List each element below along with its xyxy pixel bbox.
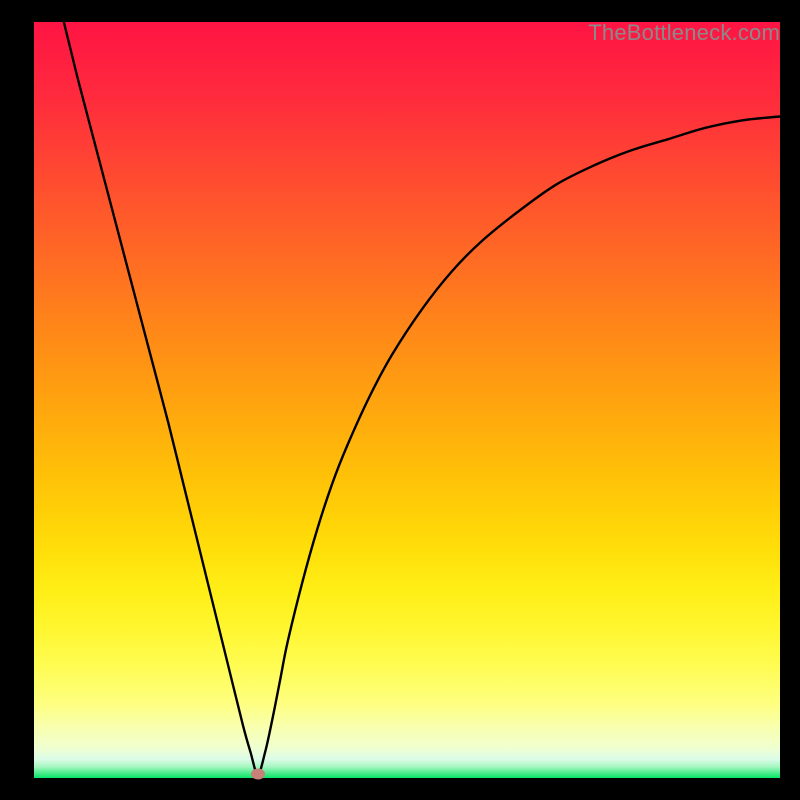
plot-area: TheBottleneck.com bbox=[34, 22, 780, 778]
bottleneck-curve bbox=[34, 22, 780, 778]
optimum-marker bbox=[251, 769, 265, 780]
chart-frame: TheBottleneck.com bbox=[0, 0, 800, 800]
